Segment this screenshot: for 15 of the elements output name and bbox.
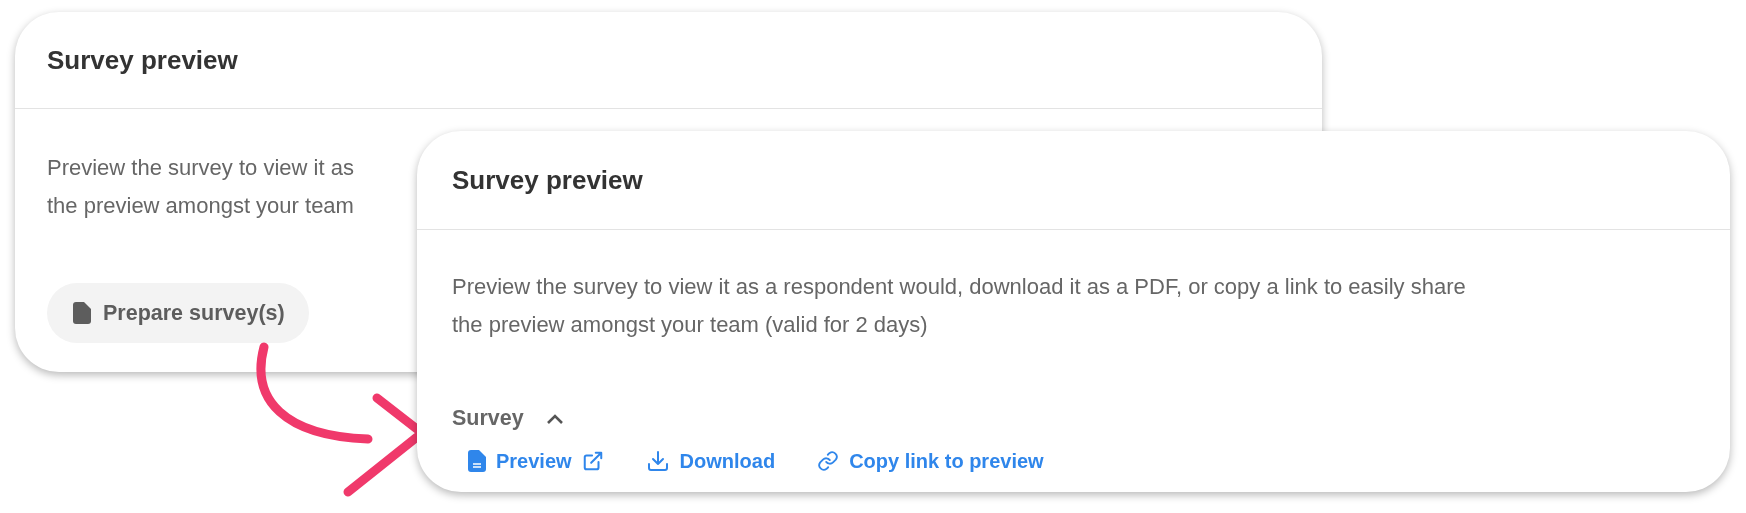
section-toggle[interactable]: Survey: [452, 406, 564, 431]
card-title: Survey preview: [452, 164, 643, 196]
chevron-up-icon: [545, 412, 564, 425]
action-link[interactable]: Preview: [468, 449, 604, 473]
description-text: Preview the survey to view it as the preview amongst your team: [47, 154, 354, 220]
card-title: Survey preview: [47, 44, 238, 76]
link-icon: [817, 450, 840, 472]
download-icon: [645, 449, 670, 473]
description-text: Preview the survey to view it as a respondent would, download it as a PDF, or copy a link to easily share the preview amongst your team (valid for 2 days): [452, 273, 1466, 339]
action-link[interactable]: Copy link to preview: [817, 449, 1044, 473]
action-link[interactable]: Download: [645, 449, 776, 473]
external-link-icon: [581, 450, 604, 472]
document-icon: [73, 302, 91, 324]
document-icon: [468, 450, 486, 472]
prepare-button[interactable]: Prepare survey(s): [47, 283, 309, 343]
